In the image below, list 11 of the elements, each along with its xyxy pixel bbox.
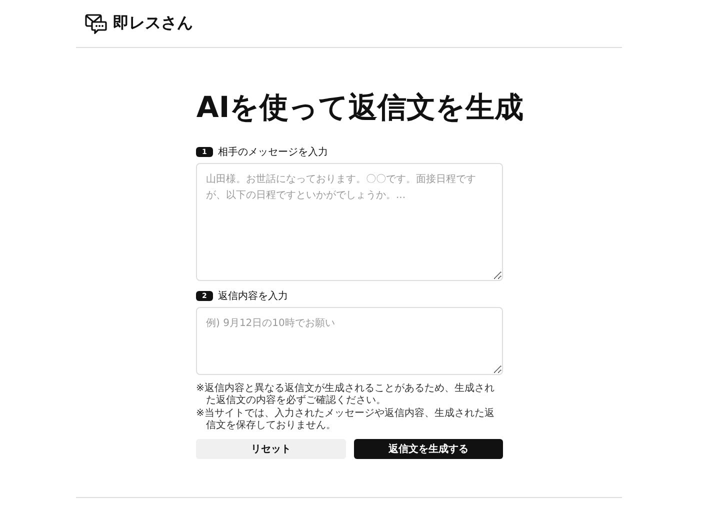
chat-mail-icon	[85, 14, 107, 34]
logo-text[interactable]: 即レスさん	[113, 13, 193, 34]
reset-button[interactable]: リセット	[196, 438, 346, 459]
notice-text: ※返信内容と異なる返信文が生成されることがあるため、生成された返信文の内容を必ずご確認ください。	[196, 382, 496, 408]
message-field[interactable]: 山田様。お世話になっております。〇〇です。面接日程ですが、以下の日程ですといかがでしょうか。...	[196, 162, 503, 281]
generate-button[interactable]: 返信文を生成する	[354, 438, 503, 459]
field-label: 返信内容を入力	[218, 290, 288, 303]
notice-text: ※当サイトでは、入力されたメッセージや返信内容、生成された返信文を保存しておりません。	[196, 408, 496, 433]
field-label: 相手のメッセージを入力	[218, 146, 328, 159]
page-title: AIを使って返信文を生成	[195, 90, 525, 125]
message-field[interactable]: 例) 9月12日の10時でお願い	[196, 306, 503, 375]
